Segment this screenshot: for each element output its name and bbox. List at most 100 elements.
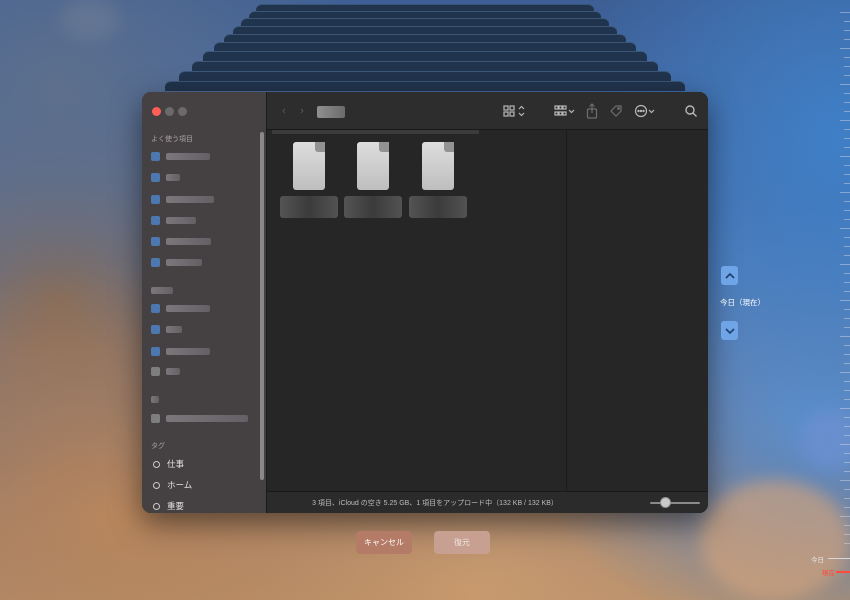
timeline-tick[interactable] <box>844 75 850 76</box>
timeline-tick[interactable] <box>844 174 850 175</box>
file-item[interactable] <box>342 142 404 222</box>
sidebar-item[interactable] <box>151 301 259 315</box>
timeline-tick[interactable] <box>844 471 850 472</box>
timeline-tick[interactable] <box>840 300 850 301</box>
timeline-tick[interactable] <box>844 30 850 31</box>
timeline-now-tick[interactable] <box>836 571 850 573</box>
timeline-tick[interactable] <box>844 255 850 256</box>
timeline-tick[interactable] <box>840 264 850 265</box>
icon-size-slider[interactable] <box>650 502 700 504</box>
timeline-tick[interactable] <box>844 138 850 139</box>
timeline-tick[interactable] <box>840 12 850 13</box>
icon-size-slider-knob[interactable] <box>659 497 671 508</box>
timeline-tick[interactable] <box>844 66 850 67</box>
timeline-tick[interactable] <box>840 480 850 481</box>
sidebar-item[interactable] <box>151 255 259 269</box>
sidebar-scrollbar[interactable] <box>260 132 264 480</box>
timeline-tick[interactable] <box>844 165 850 166</box>
timeline-today-tick[interactable] <box>828 558 850 559</box>
timeline-tick[interactable] <box>844 390 850 391</box>
grid-view-icon[interactable] <box>502 103 528 119</box>
timeline-tick[interactable] <box>844 273 850 274</box>
zoom-icon[interactable] <box>178 107 187 116</box>
sidebar-item[interactable] <box>151 213 259 227</box>
timeline-tick[interactable] <box>844 489 850 490</box>
redacted-filename <box>409 196 467 218</box>
back-icon[interactable]: ‹ <box>279 103 289 119</box>
finder-window: よく使う項目 タグ 仕事 ホーム 重要 ‹ › 3 項目、iCloud の空き … <box>142 92 708 513</box>
timeline-tick[interactable] <box>844 183 850 184</box>
timeline-tick[interactable] <box>844 354 850 355</box>
timeline-tick[interactable] <box>844 39 850 40</box>
sidebar-section-heading <box>151 392 259 406</box>
timeline-tick[interactable] <box>844 246 850 247</box>
timeline-tick[interactable] <box>844 57 850 58</box>
file-item[interactable] <box>278 142 340 222</box>
finder-content: ‹ › 3 項目、iCloud の空き 5.25 GB、1 項目をアップロード中… <box>267 92 708 513</box>
tag-icon[interactable] <box>609 103 623 119</box>
restore-button[interactable]: 復元 <box>434 531 490 554</box>
forward-icon[interactable]: › <box>297 103 307 119</box>
timeline-tick[interactable] <box>844 291 850 292</box>
timeline-tick[interactable] <box>844 498 850 499</box>
next-backup-button[interactable] <box>721 321 738 340</box>
folder-icon <box>151 194 160 204</box>
timeline-tick[interactable] <box>840 48 850 49</box>
sidebar-item[interactable] <box>151 364 259 378</box>
timeline-tick[interactable] <box>844 507 850 508</box>
timeline-tick[interactable] <box>844 381 850 382</box>
timeline-tick[interactable] <box>844 282 850 283</box>
folder-icon <box>151 324 160 334</box>
chevron-down-icon <box>724 327 735 334</box>
timeline-tick[interactable] <box>844 102 850 103</box>
cancel-button[interactable]: キャンセル <box>356 531 412 554</box>
group-icon[interactable] <box>553 103 577 119</box>
timeline-tick[interactable] <box>844 327 850 328</box>
timeline-tick[interactable] <box>844 147 850 148</box>
ellipsis-icon[interactable] <box>634 103 658 119</box>
timeline-today-label: 今日 <box>811 557 824 564</box>
timeline-tick[interactable] <box>844 309 850 310</box>
timeline-tick[interactable] <box>844 363 850 364</box>
timeline-tick[interactable] <box>844 318 850 319</box>
timeline-tick[interactable] <box>844 219 850 220</box>
timeline-tick[interactable] <box>844 129 850 130</box>
redacted-label <box>166 173 180 181</box>
sidebar-item[interactable] <box>151 170 259 184</box>
timeline-tick[interactable] <box>844 93 850 94</box>
timeline-tick[interactable] <box>840 372 850 373</box>
folder-icon <box>151 366 160 376</box>
timeline-tick[interactable] <box>844 201 850 202</box>
timeline-tick[interactable] <box>840 120 850 121</box>
column-divider[interactable] <box>566 131 567 491</box>
search-icon[interactable] <box>684 103 698 119</box>
tag-item-home[interactable]: ホーム <box>153 479 192 491</box>
sidebar-item[interactable] <box>151 411 259 425</box>
timeline-tick[interactable] <box>844 210 850 211</box>
timeline-tick[interactable] <box>840 84 850 85</box>
timeline-tick[interactable] <box>840 192 850 193</box>
timeline-tick[interactable] <box>844 111 850 112</box>
timeline-tick[interactable] <box>840 336 850 337</box>
sidebar-item[interactable] <box>151 322 259 336</box>
timeline-tick[interactable] <box>844 345 850 346</box>
close-icon[interactable] <box>152 107 161 116</box>
previous-backup-button[interactable] <box>721 266 738 285</box>
timeline-tick[interactable] <box>844 237 850 238</box>
sidebar-item[interactable] <box>151 149 259 163</box>
timeline-tick[interactable] <box>844 21 850 22</box>
file-item[interactable] <box>407 142 469 222</box>
sidebar-item[interactable] <box>151 344 259 358</box>
desktop-icon <box>151 172 160 182</box>
timeline-tick[interactable] <box>840 156 850 157</box>
tag-item-work[interactable]: 仕事 <box>153 458 184 470</box>
sidebar-item[interactable] <box>151 192 259 206</box>
timeline-tick[interactable] <box>840 228 850 229</box>
timeline-tick[interactable] <box>844 399 850 400</box>
share-icon[interactable] <box>585 103 599 119</box>
sidebar-item[interactable] <box>151 234 259 248</box>
tag-item-important[interactable]: 重要 <box>153 500 184 512</box>
wallpaper-blob <box>60 0 120 40</box>
timeline-tick[interactable] <box>840 408 850 409</box>
minimize-icon[interactable] <box>165 107 174 116</box>
